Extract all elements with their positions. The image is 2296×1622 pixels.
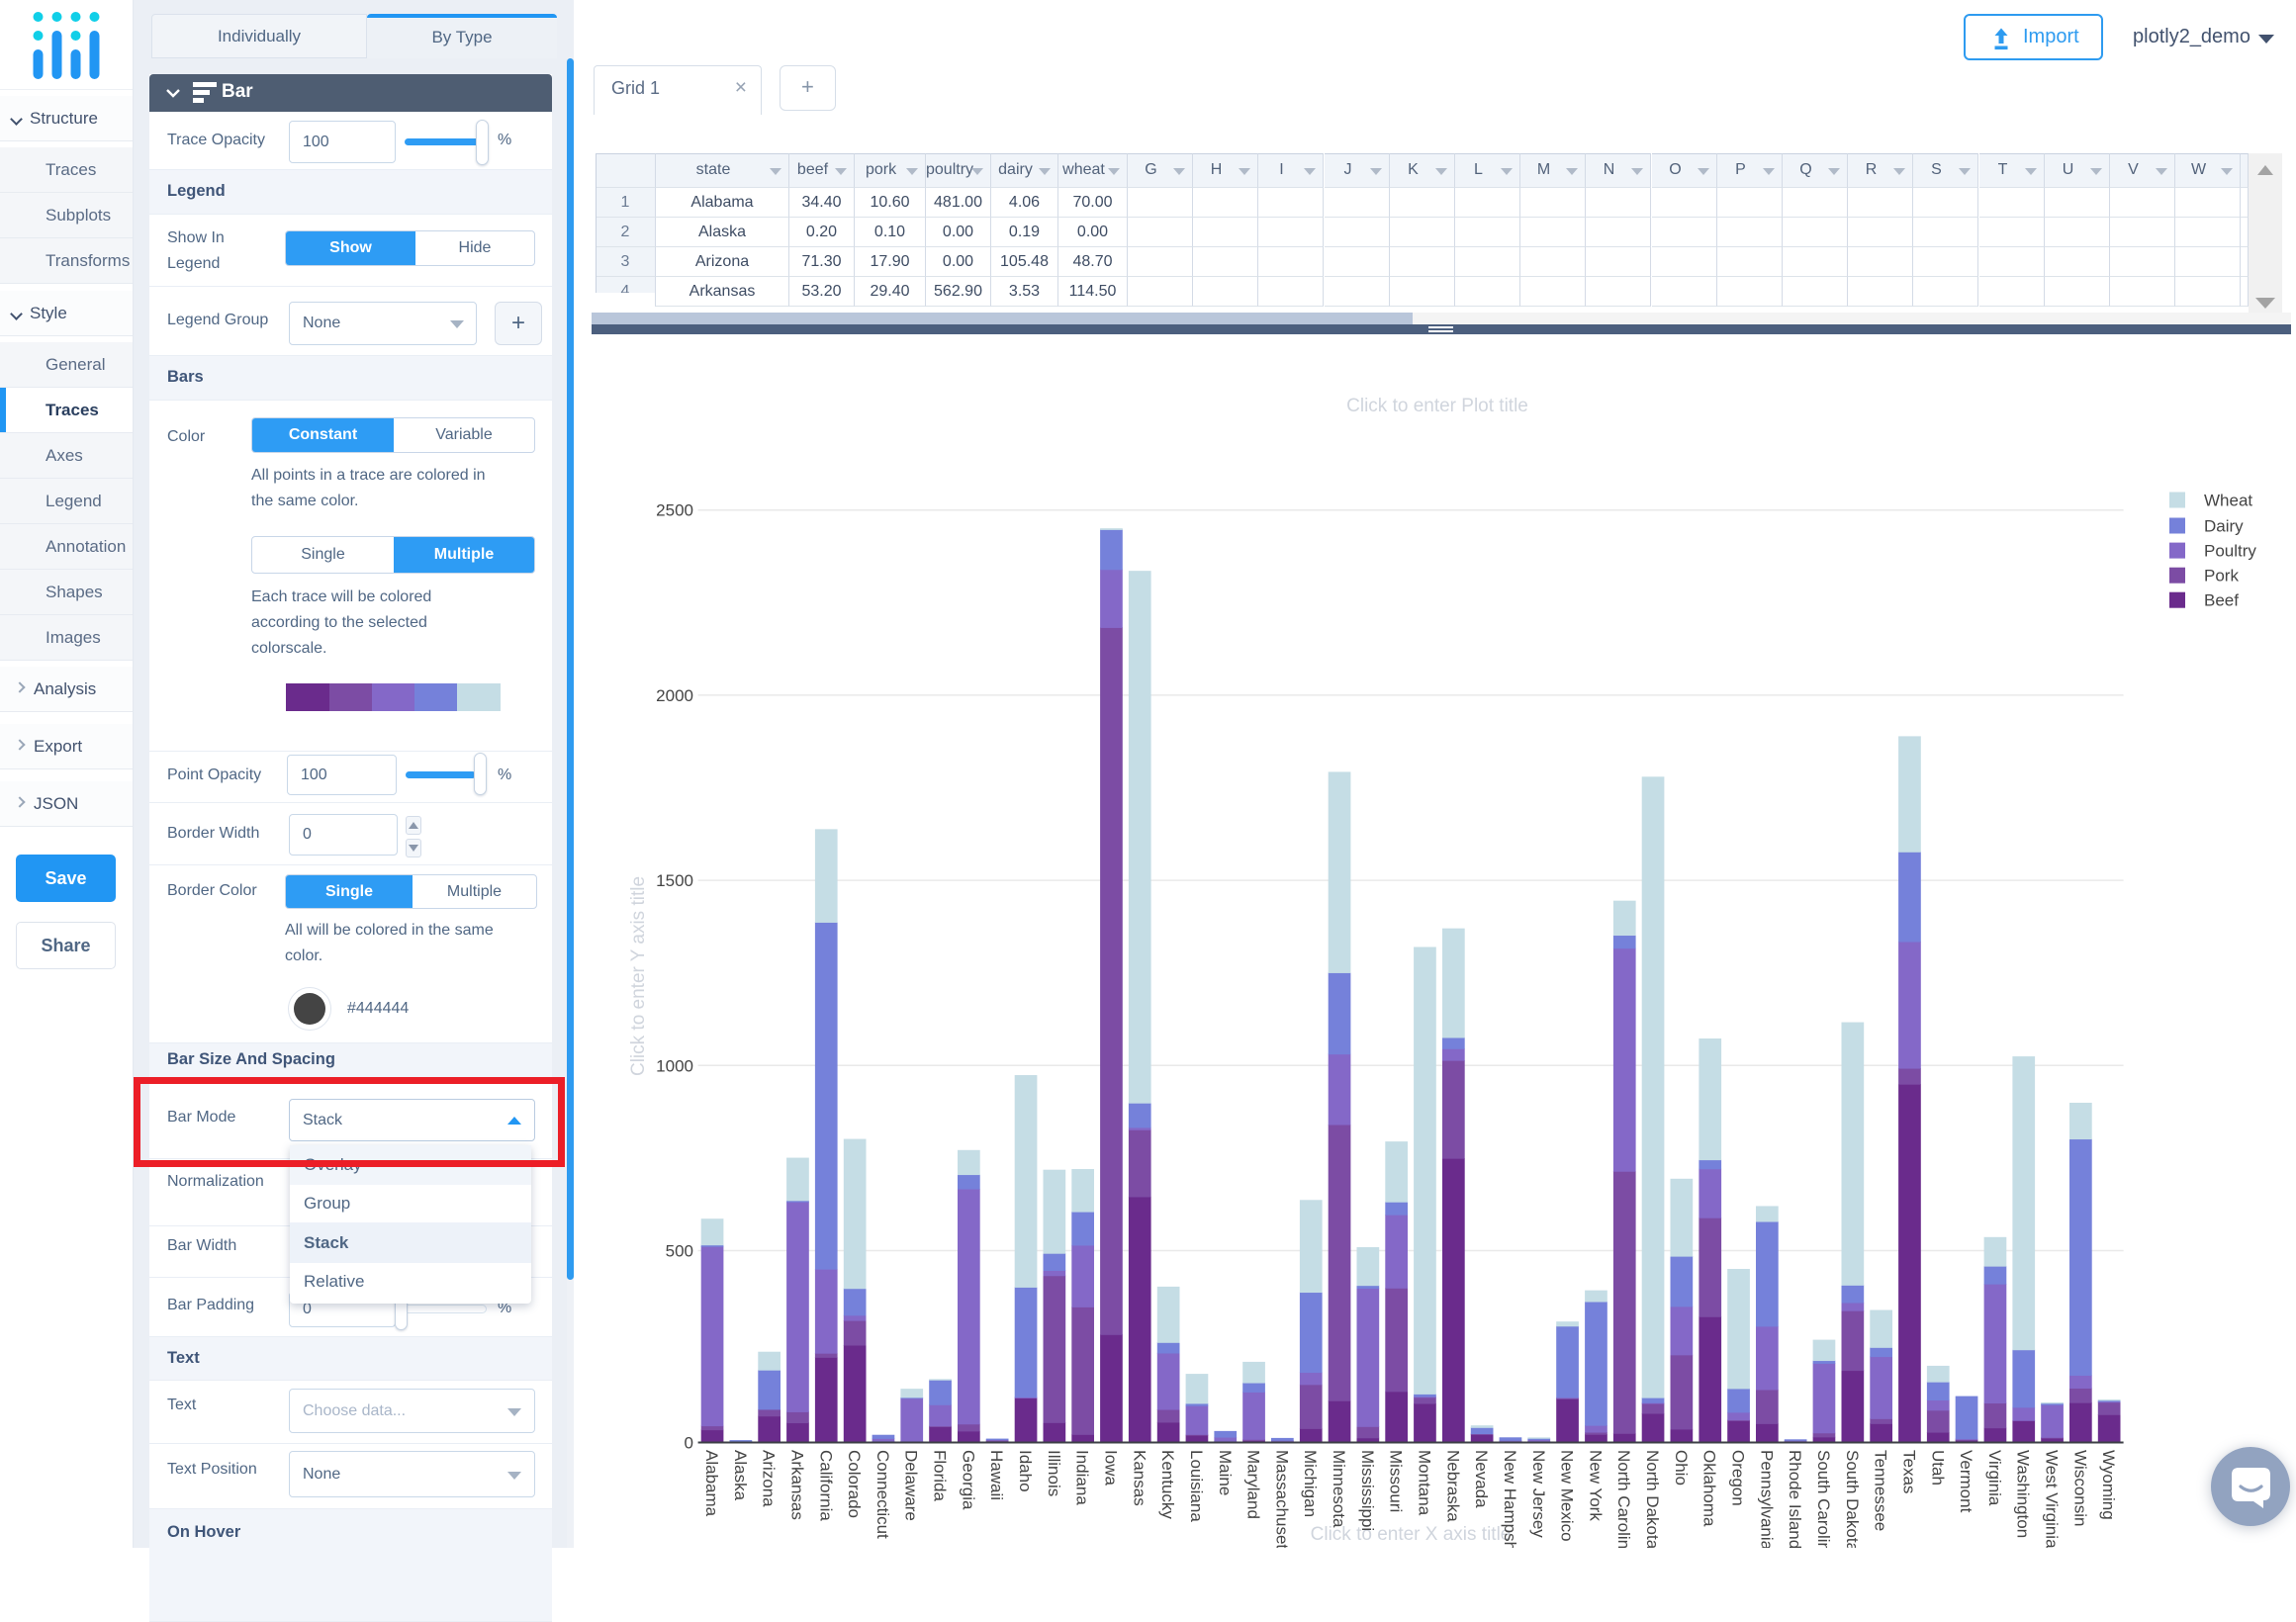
svg-text:Nebraska: Nebraska xyxy=(1443,1450,1462,1522)
svg-text:2500: 2500 xyxy=(656,501,693,520)
svg-text:Rhode Island: Rhode Island xyxy=(1786,1450,1804,1548)
svg-text:Texas: Texas xyxy=(1899,1450,1918,1493)
svg-text:Delaware: Delaware xyxy=(902,1450,921,1521)
svg-text:Florida: Florida xyxy=(931,1450,950,1502)
svg-text:Kansas: Kansas xyxy=(1130,1450,1148,1506)
svg-text:Alaska: Alaska xyxy=(731,1450,750,1501)
svg-text:Utah: Utah xyxy=(1928,1450,1947,1486)
svg-text:North Dakota: North Dakota xyxy=(1643,1450,1662,1548)
svg-text:0: 0 xyxy=(685,1434,693,1453)
svg-text:Wyoming: Wyoming xyxy=(2099,1450,2118,1520)
svg-text:Louisiana: Louisiana xyxy=(1187,1450,1206,1522)
svg-text:Connecticut: Connecticut xyxy=(873,1450,892,1539)
svg-text:New Mexico: New Mexico xyxy=(1558,1450,1577,1542)
svg-text:Tennessee: Tennessee xyxy=(1872,1450,1890,1531)
svg-text:Colorado: Colorado xyxy=(845,1450,864,1518)
svg-text:2000: 2000 xyxy=(656,686,693,705)
svg-text:Montana: Montana xyxy=(1416,1450,1434,1516)
svg-text:Hawaii: Hawaii xyxy=(987,1450,1006,1500)
svg-text:New Hampshire: New Hampshire xyxy=(1501,1450,1519,1548)
svg-text:Maryland: Maryland xyxy=(1244,1450,1263,1519)
svg-text:Minnesota: Minnesota xyxy=(1330,1450,1348,1528)
svg-text:Pork: Pork xyxy=(2204,567,2239,586)
svg-text:Poultry: Poultry xyxy=(2204,542,2256,561)
svg-text:Nevada: Nevada xyxy=(1472,1450,1491,1508)
svg-text:Beef: Beef xyxy=(2204,591,2239,610)
svg-text:Alabama: Alabama xyxy=(702,1450,721,1517)
svg-text:South Carolina: South Carolina xyxy=(1814,1450,1833,1548)
svg-text:Maine: Maine xyxy=(1216,1450,1235,1495)
svg-text:Pennsylvania: Pennsylvania xyxy=(1757,1450,1776,1548)
svg-text:Idaho: Idaho xyxy=(1016,1450,1035,1492)
svg-text:Arizona: Arizona xyxy=(760,1450,779,1507)
svg-text:Dairy: Dairy xyxy=(2204,517,2244,536)
svg-text:1500: 1500 xyxy=(656,871,693,890)
svg-text:Mississippi: Mississippi xyxy=(1358,1450,1377,1531)
svg-text:Kentucky: Kentucky xyxy=(1158,1450,1177,1519)
svg-text:Wisconsin: Wisconsin xyxy=(2070,1450,2089,1526)
svg-text:Ohio: Ohio xyxy=(1672,1450,1691,1486)
svg-text:Vermont: Vermont xyxy=(1957,1450,1975,1513)
svg-text:Massachusetts: Massachusetts xyxy=(1272,1450,1291,1548)
svg-text:California: California xyxy=(816,1450,835,1521)
svg-text:Oklahoma: Oklahoma xyxy=(1700,1450,1719,1527)
svg-text:Illinois: Illinois xyxy=(1045,1450,1063,1496)
svg-text:Michigan: Michigan xyxy=(1301,1450,1320,1517)
svg-text:South Dakota: South Dakota xyxy=(1843,1450,1862,1548)
svg-text:Virginia: Virginia xyxy=(1985,1450,2004,1506)
svg-text:Arkansas: Arkansas xyxy=(788,1450,807,1520)
svg-text:Georgia: Georgia xyxy=(959,1450,977,1510)
svg-text:Click to enter Y axis title: Click to enter Y axis title xyxy=(628,876,649,1076)
svg-text:North Carolina: North Carolina xyxy=(1614,1450,1633,1548)
svg-text:Iowa: Iowa xyxy=(1102,1450,1121,1486)
svg-text:Missouri: Missouri xyxy=(1387,1450,1406,1512)
svg-text:West Virginia: West Virginia xyxy=(2043,1450,2062,1548)
svg-text:Click to enter Plot title: Click to enter Plot title xyxy=(1346,396,1528,416)
svg-text:New Jersey: New Jersey xyxy=(1529,1450,1548,1538)
svg-text:Wheat: Wheat xyxy=(2204,492,2252,510)
svg-text:Oregon: Oregon xyxy=(1729,1450,1748,1506)
svg-text:500: 500 xyxy=(666,1242,693,1261)
svg-text:Washington: Washington xyxy=(2014,1450,2033,1538)
svg-text:New York: New York xyxy=(1586,1450,1605,1521)
svg-text:Indiana: Indiana xyxy=(1073,1450,1092,1505)
svg-text:1000: 1000 xyxy=(656,1056,693,1075)
